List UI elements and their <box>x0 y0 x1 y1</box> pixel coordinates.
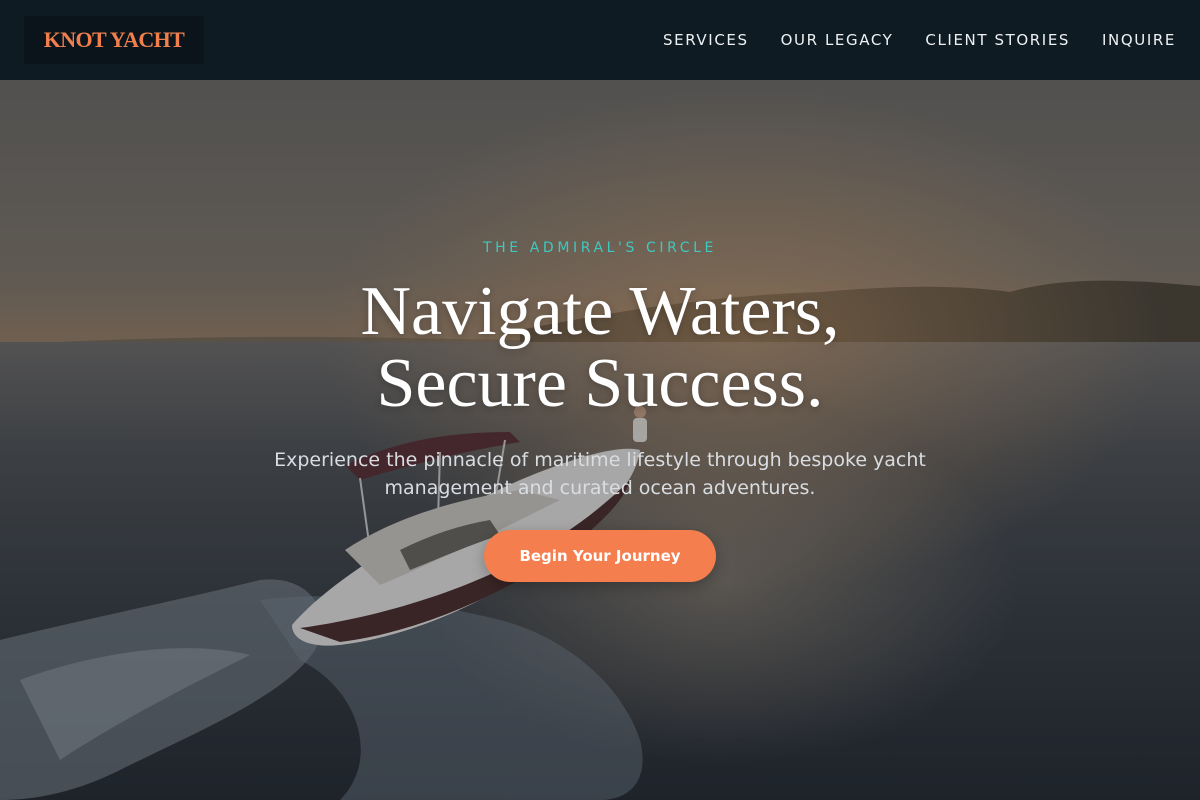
site-header: KNOT YACHT SERVICES OUR LEGACY CLIENT ST… <box>0 0 1200 80</box>
logo-text: KNOT YACHT <box>43 27 185 52</box>
nav-item-our-legacy[interactable]: OUR LEGACY <box>781 31 894 49</box>
hero-headline: Navigate Waters, Secure Success. <box>361 276 840 420</box>
hero-section: THE ADMIRAL'S CIRCLE Navigate Waters, Se… <box>0 80 1200 800</box>
main-nav: SERVICES OUR LEGACY CLIENT STORIES INQUI… <box>663 31 1176 49</box>
headline-line-2: Secure Success. <box>376 345 824 422</box>
begin-journey-button[interactable]: Begin Your Journey <box>484 530 716 582</box>
nav-item-client-stories[interactable]: CLIENT STORIES <box>925 31 1070 49</box>
nav-item-inquire[interactable]: INQUIRE <box>1102 31 1176 49</box>
headline-line-1: Navigate Waters, <box>360 273 840 350</box>
hero-subtext: Experience the pinnacle of maritime life… <box>274 449 926 499</box>
hero-content: THE ADMIRAL'S CIRCLE Navigate Waters, Se… <box>0 80 1200 800</box>
nav-item-services[interactable]: SERVICES <box>663 31 749 49</box>
hero-eyebrow: THE ADMIRAL'S CIRCLE <box>482 240 718 256</box>
brand-logo[interactable]: KNOT YACHT <box>24 16 204 64</box>
